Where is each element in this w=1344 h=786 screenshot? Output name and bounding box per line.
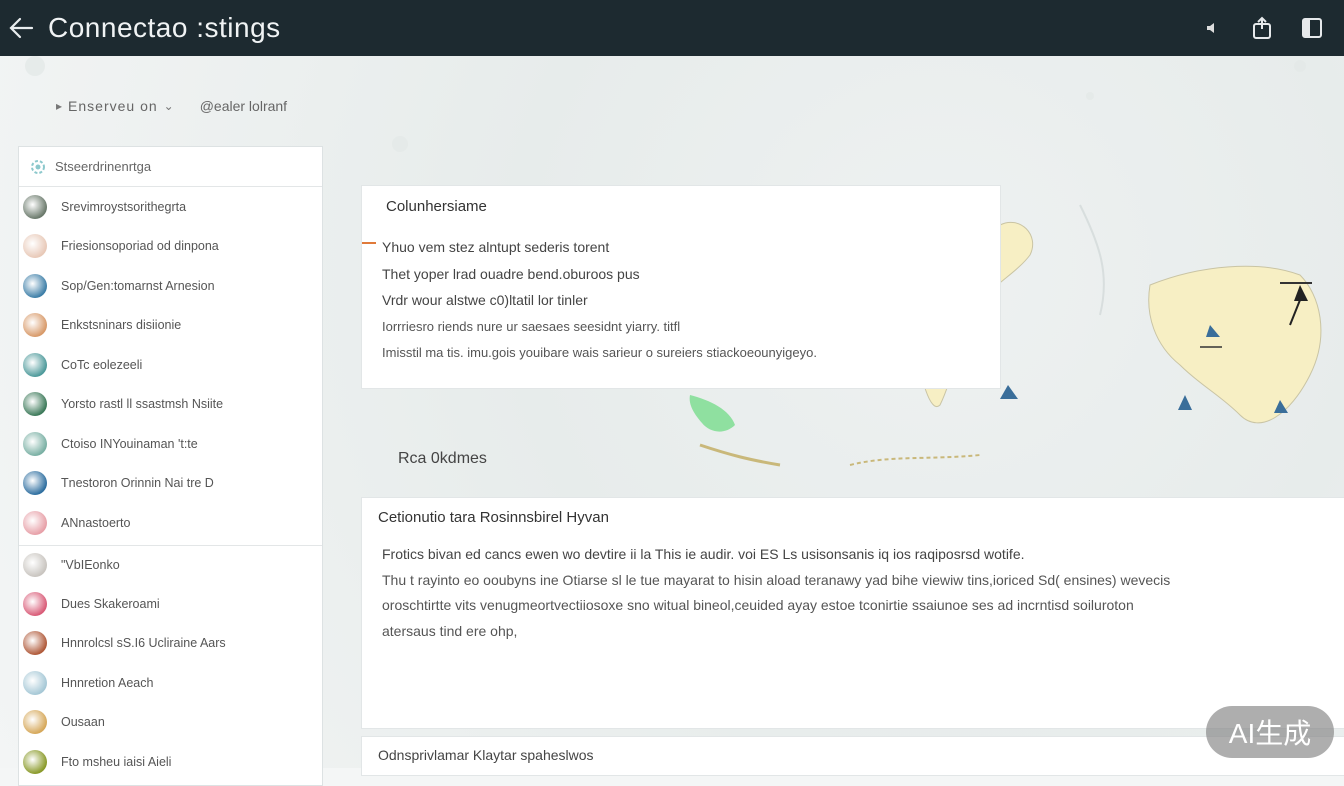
speaker-icon: [1207, 23, 1214, 33]
sidebar-item-label: Dues Skakeroami: [61, 596, 160, 611]
sidebar-item[interactable]: Yorsto rastl ll ssastmsh Nsiite: [19, 385, 322, 425]
sidebar-item[interactable]: ANnastoerto: [19, 503, 322, 543]
accent-marker: [362, 242, 376, 244]
summary-line: Yhuo vem stez alntupt sederis torent: [382, 239, 610, 255]
avatar: [23, 313, 47, 338]
avatar: [23, 352, 47, 377]
sidebar-item-label: Ctoiso INYouinaman 't:te: [61, 436, 198, 451]
sidebar-item[interactable]: Srevimroystsorithegrta: [19, 187, 322, 227]
sidebar-item[interactable]: Enkstsninars disiionie: [19, 306, 322, 346]
sidebar-search-placeholder: Stseerdrinenrtga: [55, 159, 152, 174]
sidebar: Stseerdrinenrtga Srevimroystsorithegrta F…: [18, 146, 323, 786]
filter-dropdown[interactable]: ▸ Enserveu on ⌄: [56, 98, 174, 114]
avatar: [23, 749, 47, 774]
summary-line: Iorrriesro riends nure ur saesaes seesid…: [382, 318, 681, 334]
summary-line: Imisstil ma tis. imu.gois youibare wais …: [382, 345, 817, 360]
sidebar-panel-icon: [1302, 18, 1322, 38]
sidebar-item-label: ANnastoerto: [61, 515, 131, 530]
detail-line: Frotics bivan ed cancs ewen wo devtire i…: [382, 546, 1025, 562]
sidebar-item[interactable]: Hnnretion Aeach: [19, 663, 322, 703]
avatar: [23, 273, 47, 298]
share-icon: [1253, 16, 1271, 39]
filter-bar: ▸ Enserveu on ⌄ @ealer lolranf: [56, 98, 287, 114]
sidebar-item[interactable]: Dues Skakeroami: [19, 584, 322, 624]
chevron-down-icon: ⌄: [163, 99, 174, 113]
sidebar-item[interactable]: Sop/Gen:tomarnst Arnesion: [19, 266, 322, 306]
sidebar-item-label: Ousaan: [61, 715, 105, 730]
sidebar-item-label: Yorsto rastl ll ssastmsh Nsiite: [61, 397, 224, 412]
sidebar-item-label: Sop/Gen:tomarnst Arnesion: [61, 278, 215, 293]
detail-line: atersaus tind ere ohp,: [382, 623, 518, 640]
sidebar-item[interactable]: Tnestoron Orinnin Nai tre D: [19, 464, 322, 504]
summary-line: Vrdr wour alstwe c0)ltatil lor tinler: [382, 292, 588, 308]
sidebar-item-label: "VbIEonko: [61, 557, 120, 572]
avatar: [23, 471, 47, 496]
sidebar-item[interactable]: Ctoiso INYouinaman 't:te: [19, 424, 322, 464]
bottom-card: Odnsprivlamar Klaytar spaheslwos: [361, 736, 1344, 776]
sidebar-item-label: Srevimroystsorithegrta: [61, 199, 187, 214]
arrow-left-icon: [9, 17, 34, 39]
bottom-card-heading: Odnsprivlamar Klaytar spaheslwos: [378, 747, 594, 763]
avatar: [23, 431, 47, 456]
sidebar-item-label: Hnnretion Aeach: [61, 675, 154, 690]
avatar: [23, 670, 47, 695]
secondary-filter-label: @ealer lolranf: [199, 98, 288, 114]
sidebar-item-label: Enkstsninars disiionie: [61, 318, 182, 333]
sidebar-item[interactable]: Fto msheu iaisi Aieli: [19, 742, 322, 782]
page-title: Connectao :stings: [48, 12, 281, 43]
sidebar-item[interactable]: CoTc eolezeeli: [19, 345, 322, 385]
summary-line: Thet yoper lrad ouadre bend.oburoos pus: [382, 265, 640, 282]
sidebar-list: Srevimroystsorithegrta Friesionsoporiad o…: [19, 187, 322, 782]
avatar: [23, 392, 47, 417]
sidebar-item[interactable]: "VbIEonko: [19, 544, 322, 585]
watermark-badge: AI生成: [1206, 706, 1334, 758]
sidebar-search[interactable]: Stseerdrinenrtga: [19, 147, 322, 187]
mute-button[interactable]: [1200, 12, 1224, 44]
summary-card-lines: Yhuo vem stez alntupt sederis torent Thet…: [382, 234, 817, 367]
gear-icon: [31, 159, 45, 174]
section-heading: Rca 0kdmes: [398, 450, 487, 467]
sidebar-item[interactable]: Hnnrolcsl sS.I6 Ucliraine Aars: [19, 624, 322, 664]
share-button[interactable]: [1250, 12, 1274, 44]
summary-card-heading: Colunhersiame: [386, 198, 487, 215]
avatar: [23, 234, 47, 259]
detail-card-text: Frotics bivan ed cancs ewen wo devtire i…: [382, 542, 1282, 645]
app-header: Connectao :stings: [0, 0, 1344, 56]
filter-dropdown-label: Enserveu on: [68, 98, 158, 114]
sidebar-item[interactable]: Ousaan: [19, 703, 322, 743]
chevron-right-icon: ▸: [56, 99, 63, 113]
sidebar-item[interactable]: Friesionsoporiad od dinpona: [19, 227, 322, 267]
back-button[interactable]: [0, 0, 40, 56]
avatar: [23, 510, 47, 535]
summary-card: Colunhersiame Yhuo vem stez alntupt sede…: [361, 185, 1001, 389]
secondary-filter[interactable]: @ealer lolranf: [200, 98, 287, 114]
sidebar-item-label: Friesionsoporiad od dinpona: [61, 239, 219, 254]
avatar: [23, 710, 47, 735]
detail-card: Cetionutio tara Rosinnsbirel Hyvan Froti…: [361, 497, 1344, 729]
sidebar-item-label: Tnestoron Orinnin Nai tre D: [61, 476, 214, 491]
avatar: [23, 631, 47, 656]
avatar: [23, 194, 47, 219]
detail-card-heading: Cetionutio tara Rosinnsbirel Hyvan: [378, 509, 609, 526]
detail-line: oroschtirtte vits venugmeortvectiiosoxe …: [382, 597, 1134, 614]
sidebar-item-label: Fto msheu iaisi Aieli: [61, 754, 172, 769]
detail-line: Thu t rayinto eo ooubyns ine Otiarse sl …: [382, 571, 1171, 588]
avatar: [23, 591, 47, 616]
sidebar-item-label: Hnnrolcsl sS.I6 Ucliraine Aars: [61, 636, 226, 651]
avatar: [23, 552, 47, 577]
sidebar-item-label: CoTc eolezeeli: [61, 357, 143, 372]
panel-toggle-button[interactable]: [1300, 12, 1324, 44]
